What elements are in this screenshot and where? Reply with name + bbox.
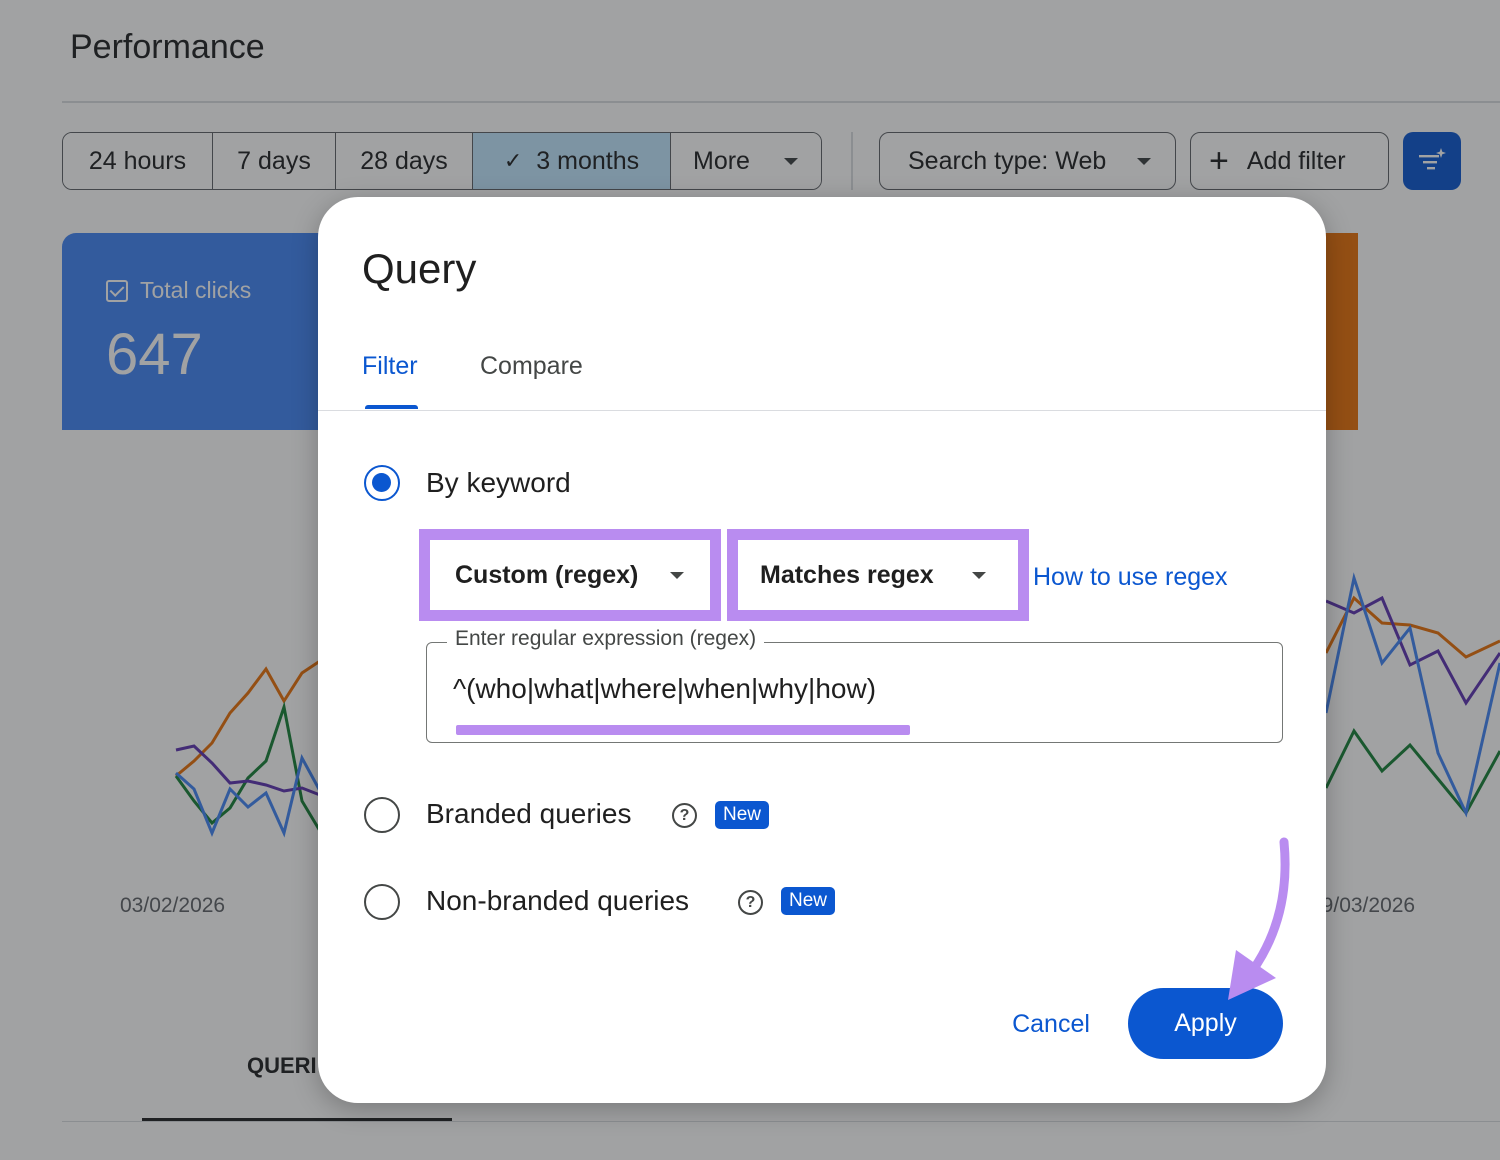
- dialog-title: Query: [362, 245, 477, 292]
- help-icon[interactable]: ?: [672, 803, 697, 828]
- by-keyword-radio[interactable]: [364, 465, 400, 501]
- regex-field-label: Enter regular expression (regex): [447, 627, 765, 651]
- regex-highlight-underline: [456, 725, 910, 735]
- by-keyword-label: By keyword: [426, 467, 571, 498]
- non-branded-queries-label: Non-branded queries: [426, 885, 690, 916]
- match-type-dropdown[interactable]: Custom (regex): [430, 540, 710, 610]
- apply-button[interactable]: Apply: [1128, 988, 1283, 1059]
- branded-queries-label: Branded queries: [426, 798, 632, 829]
- new-badge: New: [781, 887, 836, 915]
- match-type-value: Custom (regex): [455, 560, 639, 589]
- branded-queries-radio[interactable]: [364, 797, 400, 833]
- new-badge: New: [715, 801, 770, 829]
- tab-compare[interactable]: Compare: [480, 352, 583, 381]
- help-icon[interactable]: ?: [738, 890, 763, 915]
- how-to-use-regex-link[interactable]: How to use regex: [1033, 563, 1228, 592]
- non-branded-queries-radio[interactable]: [364, 884, 400, 920]
- query-filter-dialog: Query Filter Compare By keyword Custom (…: [318, 197, 1326, 1103]
- tabs-divider: [318, 410, 1326, 411]
- operator-dropdown[interactable]: Matches regex: [738, 540, 1018, 610]
- tab-filter[interactable]: Filter: [362, 352, 418, 381]
- operator-value: Matches regex: [760, 560, 934, 589]
- chevron-down-icon: [972, 572, 986, 579]
- chevron-down-icon: [670, 572, 684, 579]
- regex-input[interactable]: [453, 673, 1253, 705]
- tab-filter-indicator: [365, 405, 418, 409]
- cancel-button[interactable]: Cancel: [988, 1002, 1114, 1046]
